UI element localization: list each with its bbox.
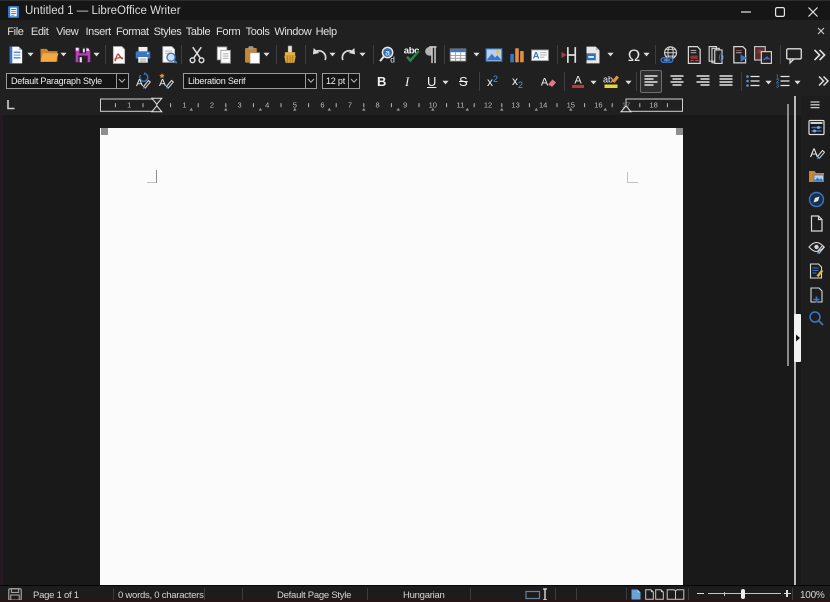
svg-text:1: 1: [182, 101, 186, 110]
svg-text:7: 7: [348, 101, 352, 110]
svg-text:A: A: [135, 77, 142, 89]
svg-text:3: 3: [238, 101, 242, 110]
svg-text:A: A: [574, 75, 582, 87]
svg-text:18: 18: [649, 101, 657, 110]
svg-text:3: 3: [776, 84, 779, 90]
svg-text:9: 9: [403, 101, 407, 110]
svg-text:4: 4: [265, 101, 269, 110]
svg-text:16: 16: [594, 101, 602, 110]
svg-text:13: 13: [511, 101, 519, 110]
svg-text:2: 2: [210, 101, 214, 110]
svg-text:A: A: [159, 77, 166, 89]
svg-text:1: 1: [127, 101, 131, 110]
svg-text:6: 6: [320, 101, 324, 110]
svg-text:ab: ab: [603, 75, 613, 85]
svg-text:(): (): [718, 51, 724, 61]
svg-text:A: A: [533, 50, 540, 61]
svg-text:8: 8: [376, 101, 380, 110]
svg-text:A: A: [541, 77, 549, 89]
svg-text:11: 11: [457, 101, 465, 110]
svg-text:A: A: [810, 146, 818, 160]
svg-text:a: a: [385, 47, 390, 57]
svg-text:12: 12: [484, 101, 492, 110]
svg-text:Ω: Ω: [628, 46, 641, 65]
svg-text:14: 14: [539, 101, 547, 110]
svg-text:d: d: [390, 54, 395, 64]
